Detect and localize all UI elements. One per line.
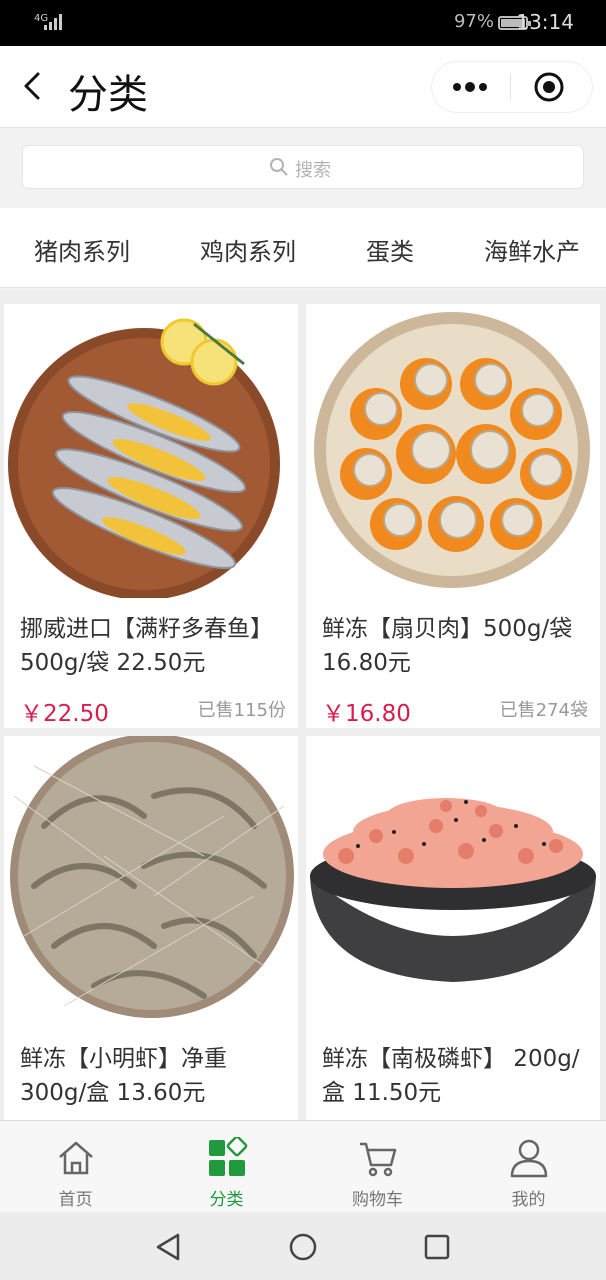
cart-icon — [360, 1142, 397, 1177]
bottom-tab-bar: 首页 分类 购物车 我的 — [0, 1120, 606, 1212]
tab-cart[interactable]: 购物车 — [302, 1121, 453, 1213]
tab-cart-label: 购物车 — [352, 1190, 403, 1210]
tab-home[interactable]: 首页 — [0, 1121, 151, 1213]
more-button[interactable] — [432, 62, 510, 112]
product-grid: 挪威进口【满籽多春鱼】500g/袋 22.50元 ￥22.50 已售115份 鲜… — [0, 290, 606, 1120]
tab-chicken[interactable]: 鸡肉系列 — [200, 232, 296, 267]
mini-program-capsule — [432, 62, 592, 112]
product-price: ￥16.80 — [322, 701, 411, 727]
system-back-icon[interactable] — [152, 1230, 186, 1264]
tab-eggs[interactable]: 蛋类 — [366, 232, 414, 267]
tab-home-label: 首页 — [58, 1190, 93, 1210]
product-image-shrimp — [4, 736, 298, 1030]
product-sold: 已售115份 — [197, 700, 286, 721]
signal-icon — [44, 14, 62, 30]
nav-bar: 分类 — [0, 46, 606, 128]
product-card[interactable]: 鲜冻【小明虾】净重300g/盒 13.60元 — [4, 736, 298, 1120]
home-icon — [59, 1141, 93, 1175]
product-image-scallop — [306, 304, 600, 598]
user-icon — [510, 1139, 548, 1178]
category-tabs: 猪肉系列 鸡肉系列 蛋类 海鲜水产 — [0, 208, 606, 288]
tab-category-label: 分类 — [209, 1190, 244, 1210]
tab-seafood[interactable]: 海鲜水产 — [484, 232, 580, 267]
back-icon[interactable] — [18, 68, 50, 104]
system-recents-icon[interactable] — [420, 1230, 454, 1264]
product-card[interactable]: 挪威进口【满籽多春鱼】500g/袋 22.50元 ￥22.50 已售115份 — [4, 304, 298, 728]
product-image-fish — [4, 304, 298, 598]
product-price: ￥22.50 — [20, 701, 109, 727]
page-title: 分类 — [68, 72, 148, 118]
tab-category[interactable]: 分类 — [151, 1121, 302, 1213]
system-nav-bar — [0, 1212, 606, 1280]
system-home-icon[interactable] — [286, 1230, 320, 1264]
tab-profile-label: 我的 — [511, 1190, 546, 1210]
tab-pork[interactable]: 猪肉系列 — [34, 232, 130, 267]
product-sold: 已售274袋 — [499, 700, 588, 721]
product-image-krill — [306, 736, 600, 1030]
tab-profile[interactable]: 我的 — [453, 1121, 604, 1213]
product-card[interactable]: 鲜冻【扇贝肉】500g/袋 16.80元 ￥16.80 已售274袋 — [306, 304, 600, 728]
product-title: 鲜冻【小明虾】净重300g/盒 13.60元 — [20, 1046, 227, 1106]
product-title: 鲜冻【南极磷虾】 200g/盒 11.50元 — [322, 1046, 580, 1106]
product-title: 鲜冻【扇贝肉】500g/袋 16.80元 — [322, 616, 573, 676]
more-dots-icon — [453, 82, 487, 92]
search-input[interactable]: 搜索 — [22, 145, 584, 189]
battery-percent: 97% — [453, 11, 494, 32]
status-bar: 4G 97% 13:14 — [0, 0, 606, 46]
target-close-icon — [534, 72, 564, 102]
search-placeholder: 搜索 — [295, 160, 331, 181]
product-title: 挪威进口【满籽多春鱼】500g/袋 22.50元 — [20, 616, 273, 676]
search-bar: 搜索 — [0, 129, 606, 207]
product-card[interactable]: 鲜冻【南极磷虾】 200g/盒 11.50元 — [306, 736, 600, 1120]
search-icon — [270, 158, 288, 176]
close-button[interactable] — [511, 62, 592, 112]
clock: 13:14 — [516, 10, 574, 34]
category-icon — [209, 1137, 248, 1176]
